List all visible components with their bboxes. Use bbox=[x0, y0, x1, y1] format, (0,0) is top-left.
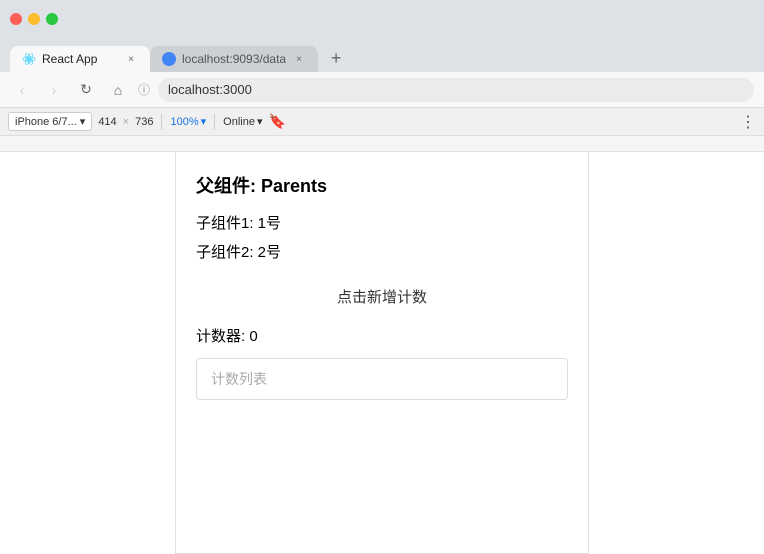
home-button[interactable]: ⌂ bbox=[106, 78, 130, 102]
address-bar: ‹ › ↻ ⌂ ⓘ bbox=[0, 72, 764, 108]
online-label: Online bbox=[223, 116, 255, 128]
new-tab-button[interactable]: + bbox=[322, 44, 350, 72]
device-name-label: iPhone 6/7... bbox=[15, 116, 77, 128]
click-btn-area: 点击新增计数 bbox=[196, 282, 568, 311]
device-toolbar: iPhone 6/7... ▾ 414 × 736 100% ▾ Online … bbox=[0, 108, 764, 136]
reload-button[interactable]: ↻ bbox=[74, 78, 98, 102]
x-separator: × bbox=[123, 116, 129, 128]
counter-display: 计数器: 0 bbox=[196, 325, 568, 346]
count-list-box: 计数列表 bbox=[196, 358, 568, 400]
back-button[interactable]: ‹ bbox=[10, 78, 34, 102]
bookmark-icon[interactable]: 🔖 bbox=[268, 113, 285, 130]
globe-favicon-icon bbox=[162, 52, 176, 66]
tab-data-close[interactable]: × bbox=[292, 52, 306, 66]
title-bar bbox=[0, 0, 764, 38]
online-dropdown-icon: ▾ bbox=[257, 115, 263, 128]
more-options-icon[interactable]: ⋮ bbox=[740, 112, 756, 132]
tab-react-label: React App bbox=[42, 52, 118, 66]
react-favicon-icon bbox=[22, 52, 36, 66]
count-list-placeholder: 计数列表 bbox=[211, 371, 267, 387]
zoom-dropdown-icon: ▾ bbox=[201, 115, 207, 128]
device-selector[interactable]: iPhone 6/7... ▾ bbox=[8, 112, 92, 131]
online-selector[interactable]: Online ▾ bbox=[223, 115, 262, 128]
tab-data[interactable]: localhost:9093/data × bbox=[150, 46, 318, 72]
add-count-button[interactable]: 点击新增计数 bbox=[329, 282, 435, 311]
zoom-label: 100% bbox=[170, 116, 198, 128]
minimize-button[interactable] bbox=[28, 13, 40, 25]
toolbar-divider-1 bbox=[161, 114, 162, 130]
zoom-selector[interactable]: 100% ▾ bbox=[170, 115, 206, 128]
close-button[interactable] bbox=[10, 13, 22, 25]
content-wrapper: 父组件: Parents 子组件1: 1号 子组件2: 2号 点击新增计数 计数… bbox=[0, 152, 764, 554]
browser-chrome: React App × localhost:9093/data × + ‹ › … bbox=[0, 0, 764, 152]
window-controls bbox=[10, 13, 58, 25]
tabs-bar: React App × localhost:9093/data × + bbox=[0, 38, 764, 72]
height-value: 736 bbox=[135, 116, 153, 128]
width-value: 414 bbox=[98, 116, 116, 128]
device-dropdown-icon: ▾ bbox=[80, 115, 86, 128]
app-container: 父组件: Parents 子组件1: 1号 子组件2: 2号 点击新增计数 计数… bbox=[175, 152, 589, 554]
child1-label: 子组件1: 1号 bbox=[196, 212, 568, 233]
lock-icon: ⓘ bbox=[138, 81, 150, 98]
tab-data-label: localhost:9093/data bbox=[182, 52, 286, 66]
forward-button[interactable]: › bbox=[42, 78, 66, 102]
parent-title: 父组件: Parents bbox=[196, 172, 568, 198]
tab-react-close[interactable]: × bbox=[124, 52, 138, 66]
toolbar-divider-2 bbox=[214, 114, 215, 130]
page-ruler bbox=[0, 136, 764, 152]
tab-react[interactable]: React App × bbox=[10, 46, 150, 72]
maximize-button[interactable] bbox=[46, 13, 58, 25]
address-input[interactable] bbox=[158, 78, 754, 102]
child2-label: 子组件2: 2号 bbox=[196, 241, 568, 262]
